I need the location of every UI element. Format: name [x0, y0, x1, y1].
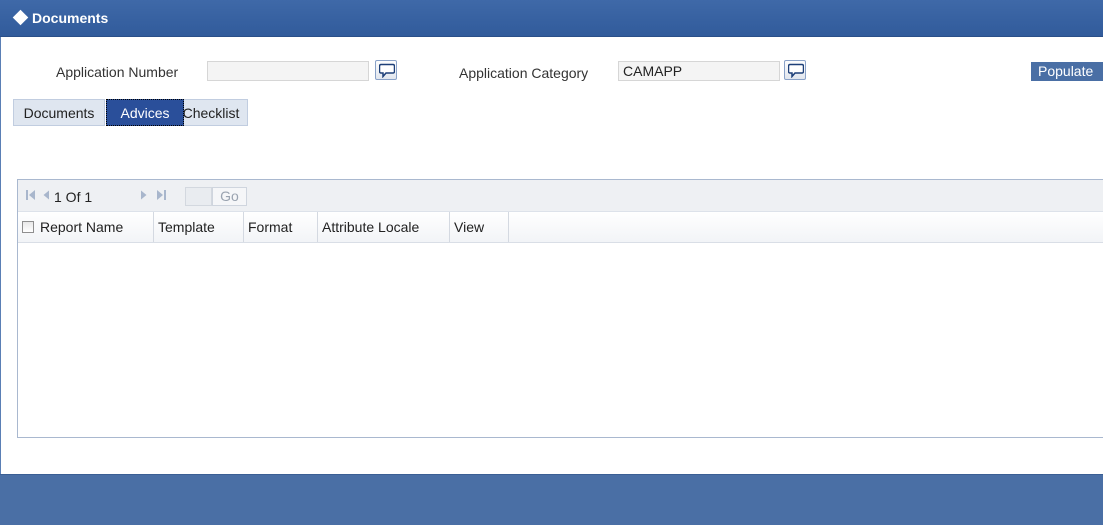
application-number-lov-button[interactable]	[375, 60, 397, 80]
last-page-icon[interactable]	[155, 189, 167, 201]
advices-grid: 1 Of 1 Go Report Name Template Format At…	[17, 179, 1103, 438]
column-header-view[interactable]: View	[450, 212, 509, 242]
speech-bubble-icon	[379, 63, 395, 78]
first-page-icon[interactable]	[25, 189, 37, 201]
window-left-border	[0, 37, 9, 474]
application-category-input[interactable]: CAMAPP	[618, 61, 780, 81]
prev-page-icon[interactable]	[41, 189, 51, 201]
speech-bubble-icon	[788, 63, 804, 78]
page-number-input[interactable]	[185, 187, 212, 206]
go-button[interactable]: Go	[212, 187, 247, 206]
column-header-template[interactable]: Template	[154, 212, 244, 242]
column-header-attribute-locale[interactable]: Attribute Locale	[318, 212, 450, 242]
table-header: Report Name Template Format Attribute Lo…	[18, 212, 1103, 243]
column-header-format[interactable]: Format	[244, 212, 318, 242]
application-category-label: Application Category	[459, 65, 589, 81]
next-page-icon[interactable]	[139, 189, 149, 201]
footer-bar	[0, 474, 1103, 525]
column-header-report-name[interactable]: Report Name	[36, 212, 154, 242]
application-number-input[interactable]	[207, 61, 369, 81]
window-title: Documents	[32, 10, 109, 26]
populate-button[interactable]: Populate	[1031, 62, 1103, 81]
page-info: 1 Of 1	[54, 189, 93, 205]
pager-bar: 1 Of 1 Go	[18, 180, 1103, 212]
diamond-icon	[12, 9, 29, 26]
select-all-checkbox[interactable]	[22, 221, 34, 233]
documents-window: Documents Application Number Application…	[0, 0, 1103, 525]
application-category-lov-button[interactable]	[784, 60, 806, 80]
title-bar: Documents	[0, 0, 1103, 37]
tab-advices[interactable]: Advices	[106, 99, 184, 126]
application-number-label: Application Number	[56, 64, 179, 80]
tab-checklist[interactable]: Checklist	[174, 99, 248, 126]
tab-documents[interactable]: Documents	[13, 99, 105, 126]
